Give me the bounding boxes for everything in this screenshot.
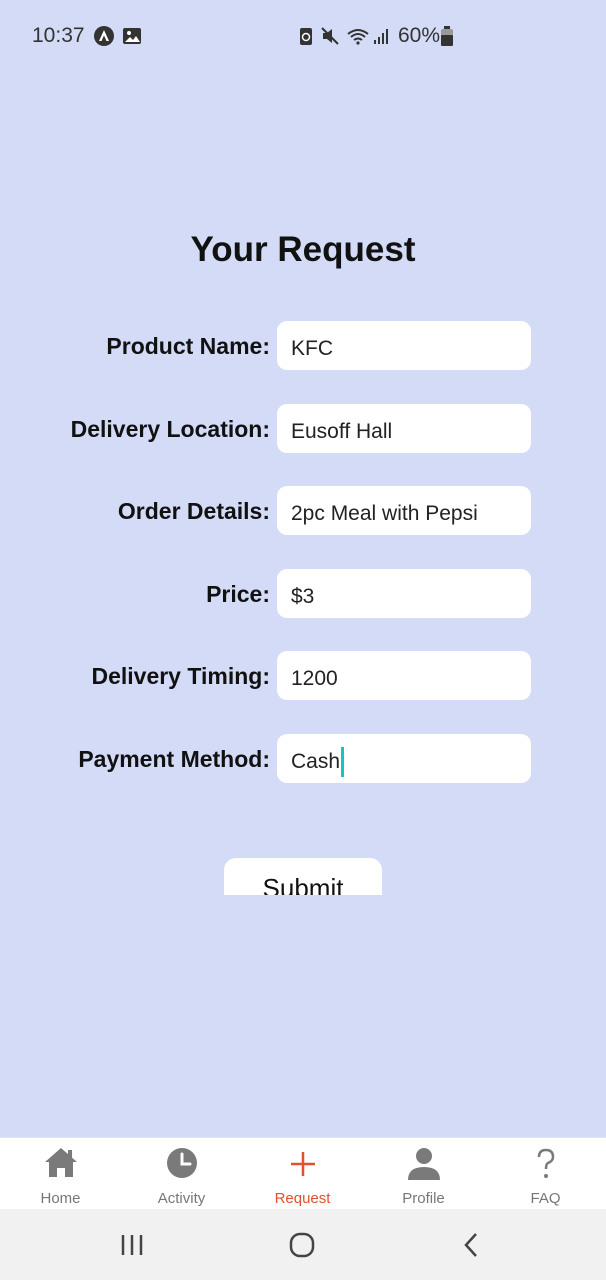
plus-icon: [291, 1152, 315, 1176]
page-title: Your Request: [190, 230, 416, 269]
submit-button-container: Submit: [224, 858, 382, 895]
battery-percentage: 60%: [398, 24, 441, 47]
question-icon: [537, 1148, 555, 1178]
payment-method-value: Cash: [291, 749, 341, 773]
person-icon: [408, 1148, 440, 1180]
nav-item-faq[interactable]: FAQ: [485, 1138, 606, 1210]
product-name-input[interactable]: KFC: [277, 321, 531, 370]
nav-label-home: Home: [40, 1190, 81, 1207]
mute-icon: [321, 27, 339, 45]
delivery-location-label: Delivery Location:: [70, 416, 270, 442]
status-time: 10:37: [32, 24, 85, 47]
nav-item-request[interactable]: Request: [242, 1138, 363, 1210]
nav-label-request: Request: [274, 1190, 331, 1207]
home-button-icon[interactable]: [282, 1229, 322, 1261]
order-details-label: Order Details:: [117, 498, 270, 524]
order-details-input[interactable]: 2pc Meal with Pepsi: [277, 486, 531, 535]
nav-item-profile[interactable]: Profile: [363, 1138, 484, 1210]
system-navigation-bar: [0, 1209, 606, 1280]
wifi-icon: [347, 29, 369, 45]
form-row-payment-method: Payment Method: Cash: [0, 734, 606, 784]
nav-label-faq: FAQ: [530, 1190, 561, 1207]
nav-label-activity: Activity: [157, 1190, 206, 1207]
nav-item-home[interactable]: Home: [0, 1138, 121, 1210]
form-row-product-name: Product Name: KFC: [0, 321, 606, 371]
form-row-delivery-location: Delivery Location: Eusoff Hall: [0, 404, 606, 454]
gallery-notification-icon: [123, 28, 141, 44]
payment-method-input[interactable]: Cash: [277, 734, 531, 783]
home-icon: [45, 1148, 77, 1177]
text-cursor: [341, 746, 345, 777]
price-input[interactable]: $3: [277, 569, 531, 618]
submit-button[interactable]: Submit: [224, 858, 382, 895]
payment-method-label: Payment Method:: [78, 746, 270, 772]
clock-icon: [167, 1148, 197, 1178]
nav-label-profile: Profile: [402, 1190, 445, 1207]
recent-apps-icon[interactable]: [112, 1229, 152, 1261]
battery-icon: [441, 26, 453, 46]
delivery-location-input[interactable]: Eusoff Hall: [277, 404, 531, 453]
delivery-timing-label: Delivery Timing:: [91, 663, 270, 689]
signal-icon: [374, 29, 388, 44]
form-row-order-details: Order Details: 2pc Meal with Pepsi: [0, 486, 606, 536]
status-bar: 10:37 60%: [0, 0, 606, 72]
app-notification-icon: [94, 26, 114, 46]
delivery-timing-input[interactable]: 1200: [277, 651, 531, 700]
form-row-delivery-timing: Delivery Timing: 1200: [0, 651, 606, 701]
price-label: Price:: [206, 581, 270, 607]
form-row-price: Price: $3: [0, 569, 606, 619]
battery-saver-icon: [300, 28, 312, 45]
bottom-nav: Home Activity Request Profile FAQ: [0, 1137, 606, 1210]
back-icon[interactable]: [452, 1229, 492, 1261]
product-name-label: Product Name:: [106, 333, 270, 359]
nav-item-activity[interactable]: Activity: [121, 1138, 242, 1210]
